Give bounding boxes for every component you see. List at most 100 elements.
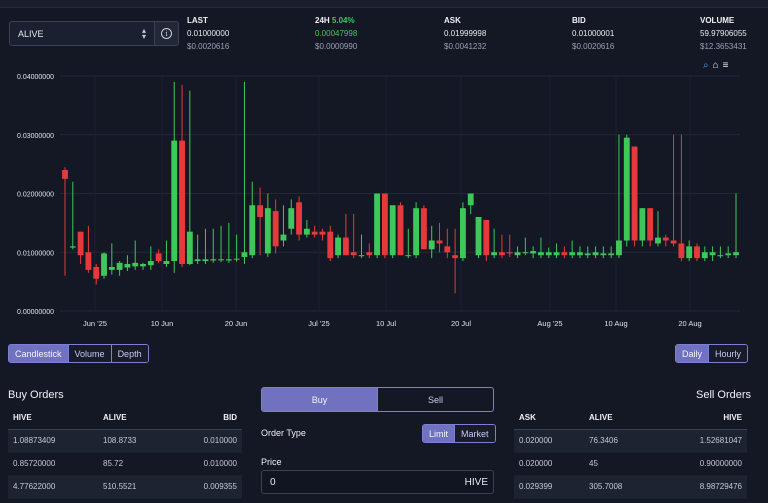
candle-body — [514, 252, 521, 256]
candle-body — [428, 240, 435, 250]
buy-orders-title: Buy Orders — [8, 389, 64, 401]
buy-col-hive: HIVE — [8, 407, 98, 430]
candle-body — [483, 219, 490, 256]
candle-body — [249, 205, 256, 256]
price-chart[interactable]: 0.00000000 0.01000000 0.02000000 0.03000000… — [0, 56, 768, 336]
candle-body — [132, 262, 139, 267]
stat-bid-usd: $0.0020616 — [572, 42, 615, 51]
candle-body — [655, 237, 661, 244]
table-cell: 305.7008 — [584, 475, 664, 499]
sell-col-ask: ASK — [514, 407, 584, 430]
table-cell: 4.77622000 — [8, 475, 98, 499]
candle-body — [264, 208, 271, 254]
candle-body — [459, 208, 466, 259]
x-tick-label: Aug '25 — [537, 319, 562, 328]
candle-body — [725, 253, 732, 256]
table-cell: 85.72 — [98, 452, 168, 476]
table-cell: 45 — [584, 452, 664, 476]
table-row[interactable]: 1.08873409 108.8733 0.010000 — [8, 429, 242, 453]
info-icon: i — [161, 28, 172, 39]
x-tick-label: 20 Aug — [678, 319, 701, 328]
order-type-market[interactable]: Market — [454, 425, 495, 442]
x-tick-label: Jun '25 — [83, 319, 107, 328]
candle-body — [296, 202, 302, 235]
candle-body — [116, 262, 123, 270]
candle-body — [444, 246, 451, 253]
stat-volume-value: 59.97906055 — [700, 29, 747, 38]
candle-body — [186, 231, 193, 264]
candle-body — [436, 240, 443, 244]
candle-body — [108, 266, 115, 270]
price-input[interactable]: 0 HIVE — [261, 470, 494, 494]
stat-24h-pct: 5.04% — [331, 16, 355, 25]
y-tick-label: 0.03000000 — [17, 133, 54, 140]
candle-body — [147, 261, 154, 266]
candle-body — [350, 252, 357, 256]
candle-body — [389, 205, 396, 256]
buy-tab[interactable]: Buy — [262, 388, 377, 411]
candle-body — [327, 231, 334, 259]
candle-body — [584, 253, 591, 256]
tab-volume[interactable]: Volume — [67, 345, 111, 362]
candle-body — [77, 231, 84, 256]
candle-body — [475, 217, 482, 256]
table-row[interactable]: 4.77622000 510.5521 0.009355 — [8, 475, 242, 499]
table-row[interactable]: 0.029399 305.7008 8.98729476 — [514, 475, 747, 499]
order-type-limit[interactable]: Limit — [423, 425, 455, 442]
candle-body — [506, 252, 513, 254]
table-cell: 8.98729476 — [664, 475, 747, 499]
tab-candlestick[interactable]: Candlestick — [9, 345, 68, 362]
stat-volume: VOLUME 59.97906055 $12.3653431 — [700, 16, 747, 51]
candle-body — [662, 237, 669, 241]
candle-body — [140, 264, 146, 267]
candle-body — [569, 252, 576, 256]
candle-body — [218, 259, 224, 261]
x-tick-label: 10 Aug — [604, 319, 627, 328]
stat-24h: 24H 5.04% 0.00047998 $0.0000990 — [315, 16, 357, 51]
sell-orders-table: ASK ALIVE HIVE 0.020000 76.3406 1.52681047… — [514, 407, 747, 499]
stat-volume-label: VOLUME — [700, 16, 735, 25]
top-strip — [0, 0, 768, 8]
candle-body — [93, 266, 100, 279]
candle-body — [171, 140, 178, 262]
candle-body — [600, 253, 607, 256]
candle-body — [202, 259, 209, 262]
candle-body — [413, 208, 420, 256]
candle-body — [561, 252, 568, 256]
x-tick-label: 10 Jun — [151, 319, 174, 328]
token-select-value: ALIVE — [18, 28, 44, 39]
candle-body — [545, 252, 552, 256]
candle-body — [288, 208, 295, 229]
table-row[interactable]: 0.85720000 85.72 0.010000 — [8, 452, 242, 476]
y-tick-label: 0.01000000 — [17, 250, 54, 257]
table-cell: 1.52681047 — [664, 429, 747, 453]
sell-col-hive: HIVE — [664, 407, 747, 430]
sell-tab[interactable]: Sell — [377, 388, 493, 411]
candle-body — [499, 252, 505, 256]
candle-body — [210, 259, 217, 261]
candle-body — [358, 255, 365, 257]
table-cell: 0.009355 — [168, 475, 242, 499]
table-cell: 0.85720000 — [8, 452, 98, 476]
candle-body — [530, 251, 537, 254]
table-row[interactable]: 0.020000 45 0.90000000 — [514, 452, 747, 476]
table-cell: 0.029399 — [514, 475, 584, 499]
table-cell: 1.08873409 — [8, 429, 98, 453]
stat-bid-label: BID — [572, 16, 586, 25]
y-tick-label: 0.02000000 — [17, 192, 54, 199]
stat-last-usd: $0.0020616 — [187, 42, 230, 51]
candle-body — [616, 240, 622, 256]
price-input-value: 0 — [270, 476, 276, 488]
tab-depth[interactable]: Depth — [110, 345, 148, 362]
candle-body — [639, 208, 646, 241]
info-button[interactable]: i — [154, 21, 179, 46]
table-cell: 0.020000 — [514, 452, 584, 476]
table-row[interactable]: 0.020000 76.3406 1.52681047 — [514, 429, 747, 453]
tab-hourly[interactable]: Hourly — [708, 345, 748, 362]
candle-body — [522, 252, 529, 254]
tab-daily[interactable]: Daily — [676, 345, 709, 362]
token-select[interactable]: ALIVE ▴ ▾ — [9, 21, 155, 46]
candle-body — [374, 193, 381, 256]
stat-bid: BID 0.01000001 $0.0020616 — [572, 16, 614, 51]
x-tick-label: 10 Jul — [376, 319, 396, 328]
